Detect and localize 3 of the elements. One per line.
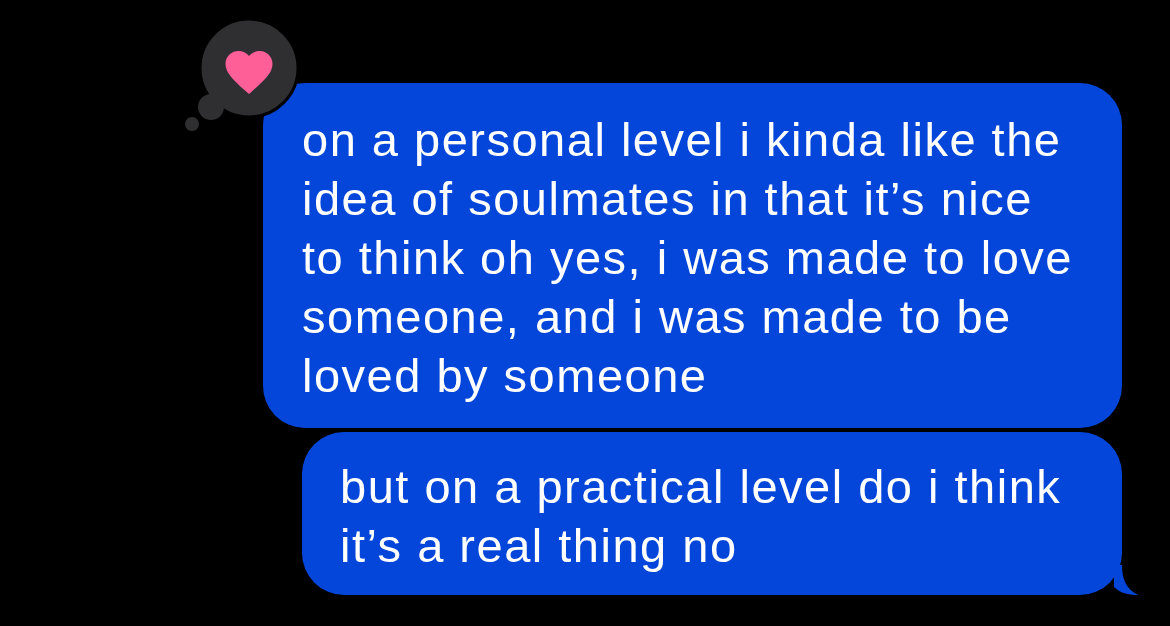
message-text: on a personal level i kinda like the idea of soulmates in that it’s nice to think oh yes, i was made to love someone, and i was made to be loved by someone [302,112,1074,404]
message-text: but on a practical level do i think it’s a real thing no [340,459,1063,574]
heart-reaction-icon[interactable] [185,17,300,131]
